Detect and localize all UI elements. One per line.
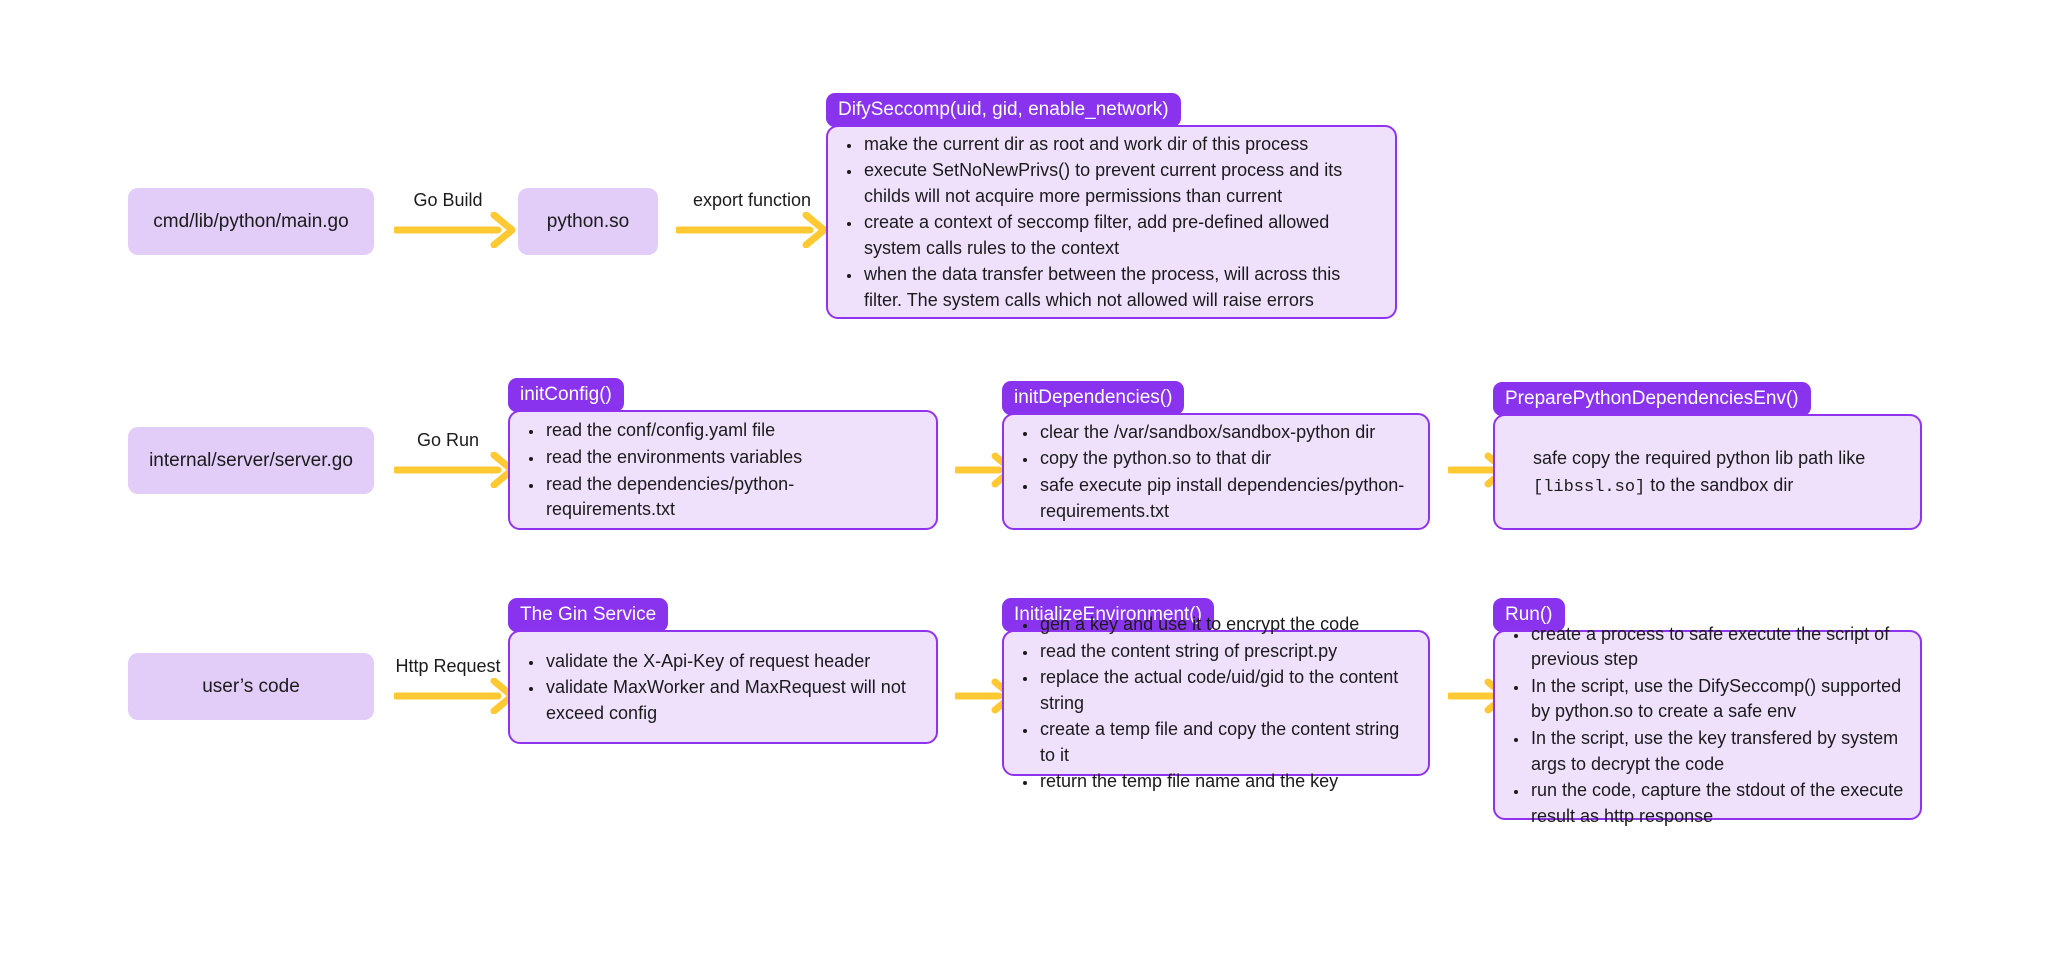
bullet-item: clear the /var/sandbox/sandbox-python di… bbox=[1038, 420, 1412, 446]
panel-initdependencies-body: clear the /var/sandbox/sandbox-python di… bbox=[1004, 415, 1428, 528]
panel-initdependencies: clear the /var/sandbox/sandbox-python di… bbox=[1002, 413, 1430, 530]
panel-run-body: create a process to safe execute the scr… bbox=[1495, 624, 1920, 826]
panel-initializeenvironment: gen a key and use it to encrypt the code… bbox=[1002, 614, 1430, 791]
panel-the-gin-service-body: validate the X-Api-Key of request header… bbox=[510, 632, 936, 742]
bullet-item: replace the actual code/uid/gid to the c… bbox=[1038, 665, 1412, 716]
arrow-label-export-function: export function bbox=[692, 190, 812, 210]
panel-preparepythondependenciesenv: safe copy the required python lib path l… bbox=[1493, 414, 1922, 530]
arrow-go-run bbox=[394, 452, 516, 488]
text-mono-libssl: [libssl.so] bbox=[1533, 478, 1646, 498]
panel-preparepythondependenciesenv-body: safe copy the required python lib path l… bbox=[1495, 416, 1920, 528]
bullet-item: gen a key and use it to encrypt the code bbox=[1038, 612, 1412, 638]
panel-run: create a process to safe execute the scr… bbox=[1493, 624, 1922, 826]
bullet-item: create a temp file and copy the content … bbox=[1038, 717, 1412, 768]
box-server-go-label: internal/server/server.go bbox=[149, 449, 353, 471]
arrow-export-function bbox=[676, 212, 828, 248]
panel-label-difyseccomp: DifySeccomp(uid, gid, enable_network) bbox=[826, 93, 1181, 127]
box-python-so[interactable]: python.so bbox=[518, 188, 658, 255]
arrow-http-request bbox=[394, 678, 516, 714]
bullet-item: create a process to safe execute the scr… bbox=[1529, 622, 1904, 673]
box-users-code-label: user’s code bbox=[202, 675, 300, 697]
text-before: safe copy the required python lib path l… bbox=[1533, 448, 1866, 469]
box-main-go-label: cmd/lib/python/main.go bbox=[153, 210, 349, 232]
bullet-item: make the current dir as root and work di… bbox=[862, 132, 1379, 158]
diagram-canvas: cmd/lib/python/main.go Go Build python.s… bbox=[0, 0, 2048, 978]
arrow-label-http-request: Http Request bbox=[395, 656, 501, 676]
box-users-code[interactable]: user’s code bbox=[128, 653, 374, 720]
bullet-item: run the code, capture the stdout of the … bbox=[1529, 778, 1904, 829]
arrow-label-go-run: Go Run bbox=[416, 430, 480, 450]
box-python-so-label: python.so bbox=[546, 210, 630, 232]
box-main-go[interactable]: cmd/lib/python/main.go bbox=[128, 188, 374, 255]
bullet-item: validate the X-Api-Key of request header bbox=[544, 649, 920, 675]
arrow-go-build bbox=[394, 212, 516, 248]
panel-initconfig-body: read the conf/config.yaml file read the … bbox=[510, 412, 936, 528]
panel-label-the-gin-service: The Gin Service bbox=[508, 598, 669, 632]
bullet-item: safe execute pip install dependencies/py… bbox=[1038, 473, 1412, 524]
text-after: to the sandbox dir bbox=[1645, 475, 1794, 496]
bullet-item: read the dependencies/python-requirement… bbox=[544, 472, 920, 523]
panel-label-initconfig: initConfig() bbox=[508, 378, 624, 412]
bullet-item: read the content string of prescript.py bbox=[1038, 639, 1412, 665]
bullet-item: return the temp file name and the key bbox=[1038, 769, 1412, 795]
bullet-item: read the environments variables bbox=[544, 445, 920, 471]
bullet-item: In the script, use the key transfered by… bbox=[1529, 726, 1904, 777]
panel-difyseccomp: make the current dir as root and work di… bbox=[826, 125, 1397, 319]
panel-label-initdependencies: initDependencies() bbox=[1002, 381, 1185, 415]
bullet-item: create a context of seccomp filter, add … bbox=[862, 210, 1379, 261]
panel-label-preparepythondependenciesenv: PreparePythonDependenciesEnv() bbox=[1493, 382, 1811, 416]
bullet-item: In the script, use the DifySeccomp() sup… bbox=[1529, 674, 1904, 725]
panel-initconfig: read the conf/config.yaml file read the … bbox=[508, 410, 938, 530]
arrow-label-go-build: Go Build bbox=[413, 190, 483, 210]
panel-preparepython-text: safe copy the required python lib path l… bbox=[1505, 445, 1904, 501]
bullet-item: execute SetNoNewPrivs() to prevent curre… bbox=[862, 158, 1379, 209]
bullet-item: validate MaxWorker and MaxRequest will n… bbox=[544, 675, 920, 726]
panel-initializeenvironment-body: gen a key and use it to encrypt the code… bbox=[1004, 614, 1428, 791]
bullet-item: read the conf/config.yaml file bbox=[544, 418, 920, 444]
box-server-go[interactable]: internal/server/server.go bbox=[128, 427, 374, 494]
bullet-item: when the data transfer between the proce… bbox=[862, 262, 1379, 313]
panel-difyseccomp-body: make the current dir as root and work di… bbox=[828, 127, 1395, 317]
panel-the-gin-service: validate the X-Api-Key of request header… bbox=[508, 630, 938, 744]
bullet-item: copy the python.so to that dir bbox=[1038, 446, 1412, 472]
